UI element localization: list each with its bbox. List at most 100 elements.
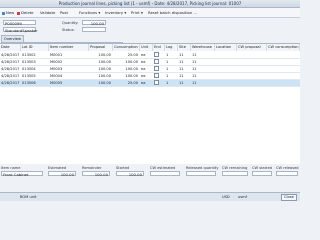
table-cell[interactable]: 100.00 [89,80,113,86]
table-cell[interactable]: 013506 [21,80,49,86]
cw-estimated-field[interactable] [150,171,180,176]
table-cell[interactable]: ea [140,52,153,58]
table-cell[interactable]: 100.00 [113,59,140,65]
tab-overview[interactable]: Overview [1,35,24,42]
table-cell[interactable] [153,80,165,86]
cw-started-field[interactable] [252,171,272,176]
item-name-field[interactable]: StandardSpeaker [3,27,38,33]
table-cell[interactable] [153,59,165,65]
table-cell[interactable]: ea [140,73,153,79]
remainder-field[interactable]: 100.00 [82,171,110,177]
table-cell[interactable]: 100.00 [113,73,140,79]
footer-item-name-field[interactable]: Front Cabinet [1,171,43,177]
table-cell[interactable]: 013502 [21,52,49,58]
status-field[interactable] [82,27,106,32]
table-cell[interactable] [237,52,267,58]
table-cell[interactable]: 25.00 [113,52,140,58]
table-cell[interactable] [215,73,237,79]
table-cell[interactable] [153,52,165,58]
column-header-warehouse[interactable]: Warehouse [191,44,215,51]
estimated-field[interactable]: 100.00 [48,171,76,177]
table-row[interactable]: 4/28/2017 013503 M0002 100.00 100.00 ea 1 11 11 [0,59,300,66]
end-checkbox[interactable] [154,52,159,57]
table-cell[interactable] [215,80,237,86]
table-cell[interactable]: M0004 [49,73,89,79]
column-header-end[interactable]: End [153,44,165,51]
column-header-lot-id[interactable]: Lot ID [21,44,49,51]
table-cell[interactable]: 1 [165,73,178,79]
table-cell[interactable]: M0001 [49,52,89,58]
validate-button[interactable]: Validate [40,10,55,15]
cw-remaining-field[interactable] [222,171,248,176]
table-cell[interactable]: 11 [191,73,215,79]
table-cell[interactable]: ea [140,59,153,65]
table-cell[interactable] [237,59,267,65]
table-cell[interactable]: ea [140,80,153,86]
table-cell[interactable]: 4/28/2017 [0,73,21,79]
column-header-log[interactable]: Log [165,44,178,51]
column-header-proposal[interactable]: Proposal [89,44,113,51]
cw-released-field[interactable] [276,171,298,176]
table-cell[interactable] [153,66,165,72]
delete-button[interactable]: Delete [17,10,33,15]
reset-batch-disposition-button[interactable]: Reset batch disposition ... [148,10,197,15]
table-cell[interactable]: M0003 [49,66,89,72]
column-header-date[interactable]: Date [0,44,21,51]
table-cell[interactable]: 11 [178,80,191,86]
table-row[interactable]: 4/28/2017 013505 M0004 100.00 100.00 ea 1 11 11 [0,73,300,80]
table-cell[interactable]: 4/28/2017 [0,66,21,72]
print-menu[interactable]: Print ▾ [131,10,143,15]
table-cell[interactable]: 11 [178,59,191,65]
table-cell[interactable]: 1 [165,59,178,65]
table-cell[interactable]: 100.00 [113,66,140,72]
column-header-location[interactable]: Location [215,44,237,51]
table-cell[interactable] [215,52,237,58]
table-cell[interactable]: M0005 [49,80,89,86]
released-quantity-field[interactable] [186,171,216,176]
table-cell[interactable]: ea [140,66,153,72]
table-cell[interactable]: 1 [165,80,178,86]
table-cell[interactable] [153,73,165,79]
post-button[interactable]: Post [60,10,68,15]
end-checkbox[interactable] [154,66,159,71]
column-header-cw-consumption[interactable]: CW consumption [267,44,300,51]
table-cell[interactable] [237,80,267,86]
table-cell[interactable]: 11 [191,59,215,65]
table-cell[interactable]: 100.00 [89,59,113,65]
column-header-unit[interactable]: Unit [140,44,153,51]
column-header-item-number[interactable]: Item number [49,44,89,51]
table-row[interactable]: 4/28/2017 013506 M0005 100.00 25.00 ea 1 11 11 [0,80,300,87]
table-cell[interactable]: 100.00 [89,73,113,79]
table-cell[interactable]: 100.00 [89,66,113,72]
table-cell[interactable]: 11 [178,73,191,79]
table-cell[interactable]: 100.00 [89,52,113,58]
table-cell[interactable] [237,73,267,79]
inventory-menu[interactable]: Inventory ▾ [105,10,126,15]
column-header-consumption[interactable]: Consumption [113,44,140,51]
item-code-field[interactable]: P000099 [3,20,36,26]
table-cell[interactable]: 25.00 [113,80,140,86]
functions-menu[interactable]: Functions ▾ [79,10,100,15]
table-cell[interactable]: 4/28/2017 [0,59,21,65]
table-cell[interactable]: 11 [178,52,191,58]
quantity-field[interactable]: 100.00 [82,20,106,26]
new-button[interactable]: New [2,10,14,15]
end-checkbox[interactable] [154,73,159,78]
table-cell[interactable] [215,66,237,72]
table-cell[interactable] [237,66,267,72]
table-cell[interactable]: 4/28/2017 [0,52,21,58]
table-cell[interactable]: 11 [191,80,215,86]
table-cell[interactable]: 1 [165,66,178,72]
table-cell[interactable]: 4/28/2017 [0,80,21,86]
column-header-site[interactable]: Site [178,44,191,51]
started-field[interactable]: 100.00 [116,171,144,177]
table-cell[interactable]: 013503 [21,59,49,65]
table-cell[interactable]: 1 [165,52,178,58]
table-row[interactable]: 4/28/2017 013504 M0003 100.00 100.00 ea 1 11 11 [0,66,300,73]
table-row[interactable]: 4/28/2017 013502 M0001 100.00 25.00 ea 1 11 11 [0,52,300,59]
table-cell[interactable]: 013504 [21,66,49,72]
table-cell[interactable]: 013505 [21,73,49,79]
table-cell[interactable]: 11 [178,66,191,72]
end-checkbox[interactable] [154,80,159,85]
table-cell[interactable]: M0002 [49,59,89,65]
